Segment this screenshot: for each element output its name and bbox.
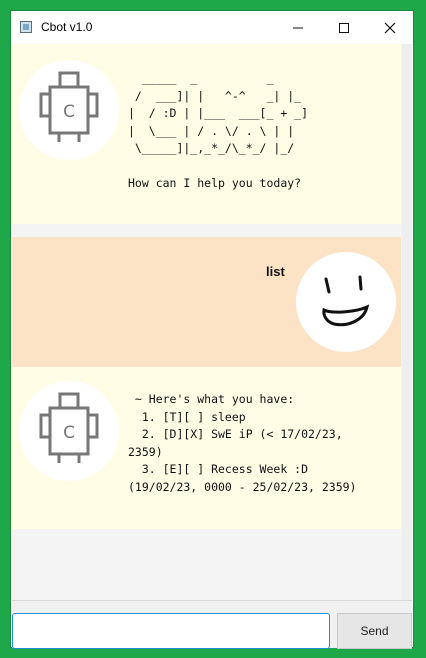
title-bar[interactable]: Cbot v1.0: [11, 11, 413, 44]
smiley-face-icon: [322, 275, 370, 327]
bot-dialog: C _____ _ _ / ___]| | ^-^ _| |_ | / :D |…: [12, 44, 401, 224]
bot-avatar: C: [19, 381, 119, 481]
bot-avatar: C: [19, 60, 119, 160]
bot-message: ~ Here's what you have: 1. [T][ ] sleep …: [128, 392, 357, 494]
vertical-scrollbar[interactable]: [402, 44, 412, 600]
bot-dialog: C ~ Here's what you have: 1. [T][ ] slee…: [12, 367, 401, 529]
minimize-icon: [293, 27, 303, 28]
svg-text:C: C: [63, 423, 75, 443]
input-bar: Send: [12, 600, 412, 649]
user-message: list: [266, 264, 285, 279]
dialog-scroll-pane[interactable]: C _____ _ _ / ___]| | ^-^ _| |_ | / :D |…: [12, 44, 402, 600]
user-avatar: [296, 252, 396, 352]
client-area: C _____ _ _ / ___]| | ^-^ _| |_ | / :D |…: [12, 44, 412, 649]
user-dialog: list: [12, 237, 401, 367]
maximize-button[interactable]: [321, 11, 367, 44]
window-title: Cbot v1.0: [41, 20, 93, 34]
close-button[interactable]: [367, 11, 413, 44]
send-button[interactable]: Send: [337, 613, 412, 649]
svg-text:C: C: [63, 102, 75, 122]
close-icon: [384, 22, 396, 33]
maximize-icon: [339, 22, 349, 33]
bot-message: _____ _ _ / ___]| | ^-^ _| |_ | / :D | |…: [128, 71, 309, 190]
robot-icon: C: [39, 71, 99, 142]
robot-icon: C: [39, 392, 99, 463]
message-input[interactable]: [12, 613, 330, 649]
minimize-button[interactable]: [275, 11, 321, 44]
app-icon: [20, 21, 32, 33]
app-window: Cbot v1.0 C _____ _ _ / ___]| | ^-^ _| |…: [11, 11, 413, 649]
